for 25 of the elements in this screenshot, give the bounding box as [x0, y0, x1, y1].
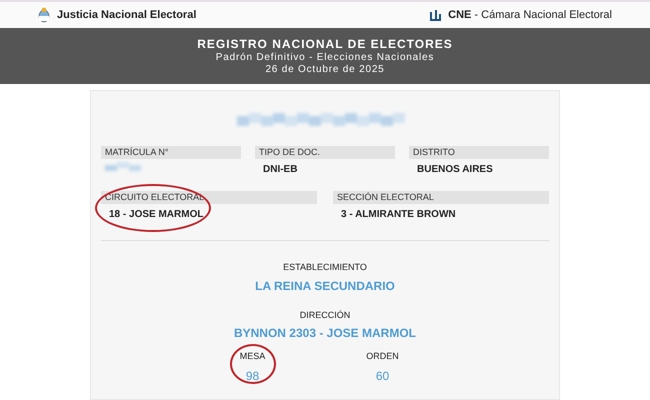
field-value: BUENOS AIRES: [416, 163, 494, 177]
field-value: 18 - JOSE MARMOL: [108, 208, 204, 222]
cne-title: CNE - Cámara Nacional Electoral: [448, 8, 612, 23]
header-title: REGISTRO NACIONAL DE ELECTORES: [197, 36, 453, 52]
establishment-value: LA REINA SECUNDARIO: [255, 278, 395, 294]
field-label: SECCIÓN ELECTORAL: [333, 191, 549, 204]
field-label: CIRCUITO ELECTORAL: [101, 191, 317, 204]
building-icon: [429, 8, 442, 22]
address-label: DIRECCIÓN: [300, 308, 350, 322]
circle-annotation: [230, 344, 276, 384]
table-number: 98: [246, 368, 260, 384]
table-label: MESA: [240, 350, 266, 363]
field-label: MATRÍCULA N°: [101, 146, 241, 159]
field-value: DNI-EB: [262, 163, 298, 177]
header-subtitle: Padrón Definitivo - Elecciones Nacionales: [216, 52, 434, 64]
field-value: 3 - ALMIRANTE BROWN: [340, 208, 457, 222]
site-title: Justicia Nacional Electoral: [57, 8, 196, 23]
table-number: 60: [376, 368, 390, 384]
emblem-icon: [38, 7, 50, 23]
field-label: TIPO DE DOC.: [255, 146, 395, 159]
address-value: BYNNON 2303 - JOSE MARMOL: [234, 325, 416, 342]
header-date: 26 de Octubre de 2025: [265, 64, 385, 76]
field-label: DISTRITO: [409, 146, 549, 159]
establishment-label: ESTABLECIMIENTO: [283, 261, 367, 274]
table-label: ORDEN: [366, 350, 399, 363]
